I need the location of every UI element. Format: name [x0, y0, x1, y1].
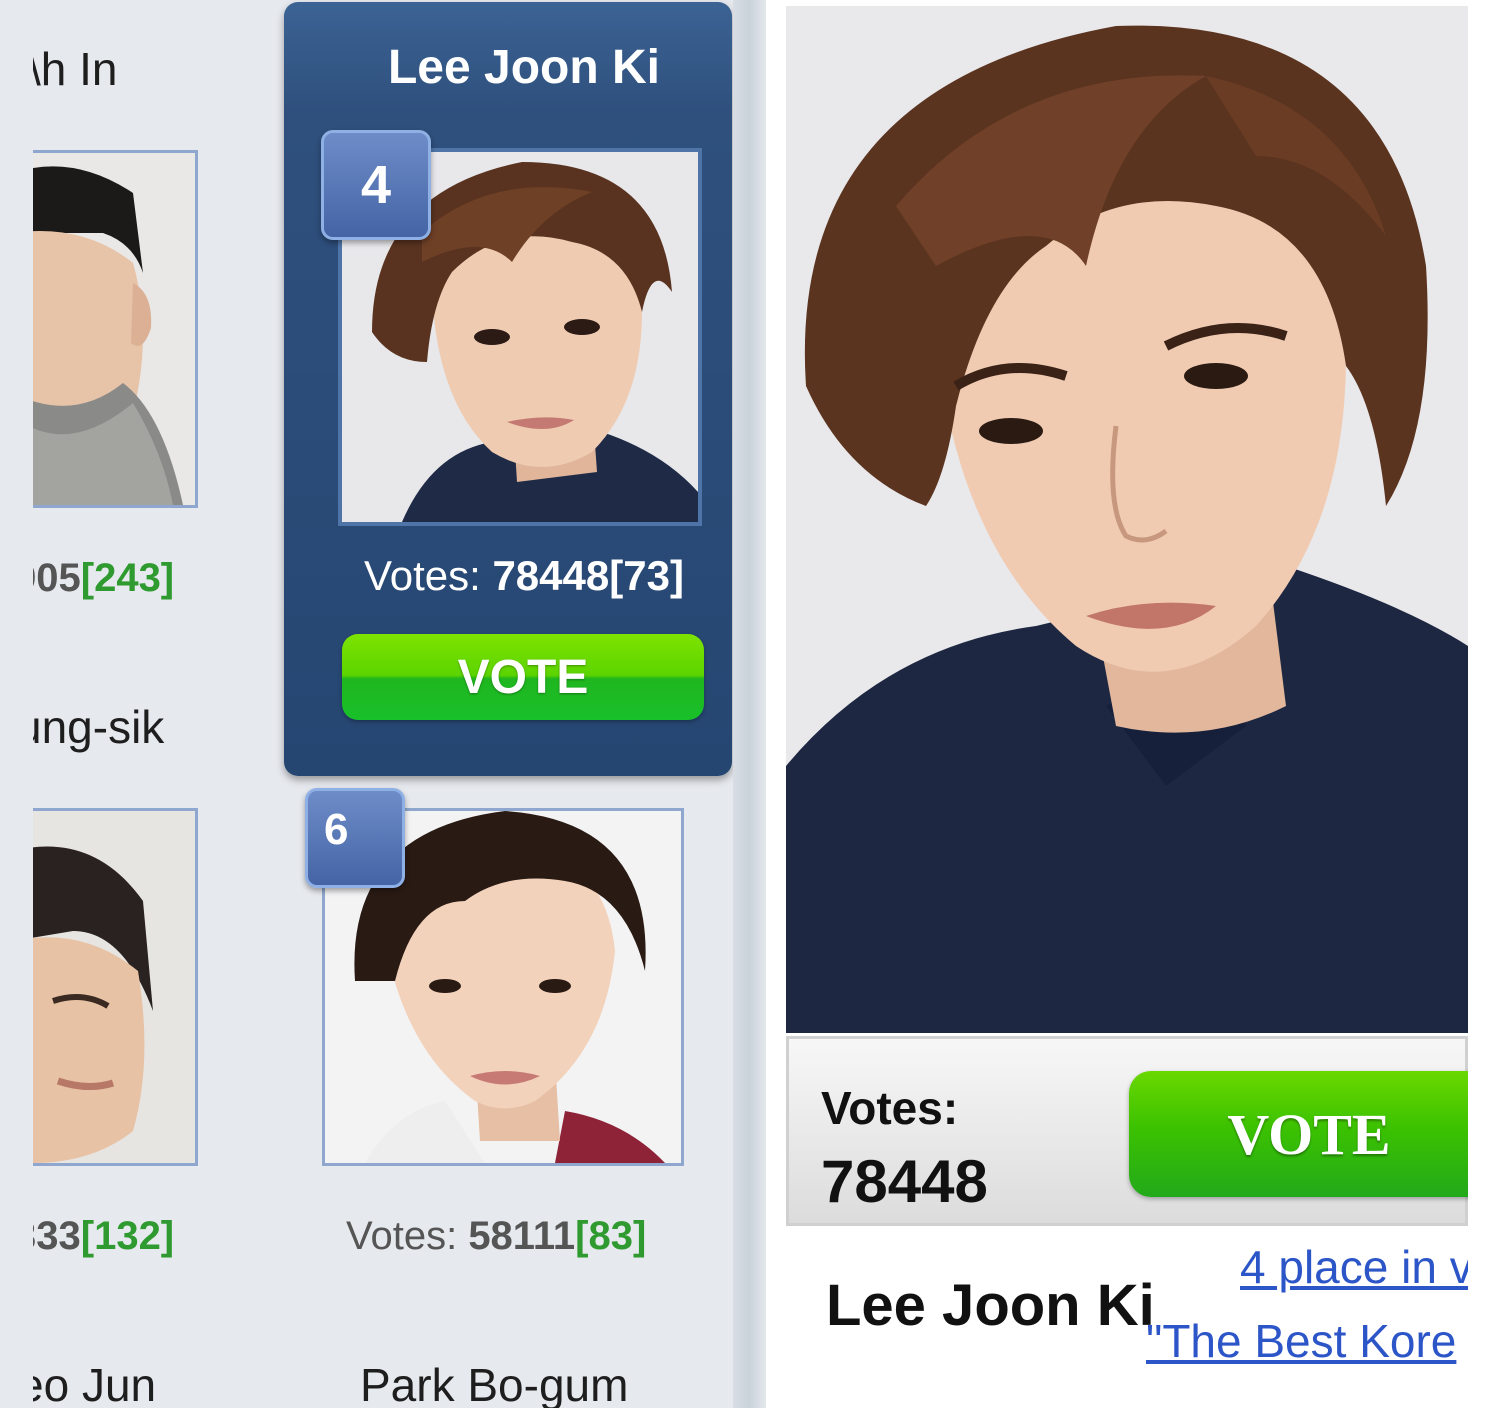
next-card-name: Park Bo-gum — [360, 1359, 629, 1408]
candidate-detail-panel: Votes: 78448 VOTE Lee Joon Ki 4 place in… — [766, 0, 1500, 1408]
candidate-name: Lee Joon Ki — [826, 1273, 1155, 1338]
next-card-votes: Votes: 58111[83] — [346, 1214, 646, 1259]
card-votes: Votes: 78448[73] — [284, 552, 764, 600]
vote-button[interactable]: VOTE — [1129, 1071, 1489, 1197]
votes-number: 78448 — [492, 552, 610, 599]
candidate-photo-clipped[interactable] — [10, 808, 198, 1166]
votes-label: Votes: — [346, 1214, 469, 1258]
candidate-photo-image — [13, 153, 195, 505]
candidate-name-clipped: eo Jun — [18, 1359, 157, 1408]
votes-label: Votes: — [821, 1082, 959, 1134]
vote-bar: Votes: 78448 VOTE — [786, 1036, 1489, 1226]
candidate-name-clipped: \h In — [28, 43, 118, 95]
votes-number: 58111 — [468, 1214, 576, 1258]
votes-delta: [83] — [575, 1214, 647, 1258]
votes-count: 78448 — [821, 1148, 988, 1215]
votes-delta: [243] — [80, 556, 175, 600]
votes-delta: [73] — [609, 552, 684, 599]
candidate-votes-clipped: 333[132] — [14, 1214, 174, 1259]
candidate-name-clipped: ung-sik — [16, 701, 165, 753]
candidate-photo-clipped[interactable] — [10, 150, 198, 508]
card-candidate-name: Lee Joon Ki — [387, 41, 661, 94]
panel-edge — [0, 0, 33, 1408]
rank-badge: 4 — [321, 130, 431, 240]
rank-badge: 6 — [305, 788, 405, 888]
ranking-place-link[interactable]: 4 place in v — [1240, 1240, 1473, 1294]
category-link[interactable]: "The Best Kore — [1146, 1314, 1456, 1368]
panel-divider — [733, 0, 766, 1408]
panel-edge — [1468, 0, 1500, 1408]
candidate-grid: \h In 905[243] ung-sik 333[132] eo Jun L… — [0, 0, 766, 1408]
candidate-votes-clipped: 905[243] — [14, 556, 174, 601]
vote-button[interactable]: VOTE — [342, 634, 704, 720]
votes-label: Votes: — [364, 552, 493, 599]
detail-candidate-photo — [786, 6, 1468, 1033]
votes-delta: [132] — [80, 1214, 175, 1258]
candidate-photo-image — [13, 811, 195, 1163]
candidate-photo-image — [786, 6, 1468, 1033]
